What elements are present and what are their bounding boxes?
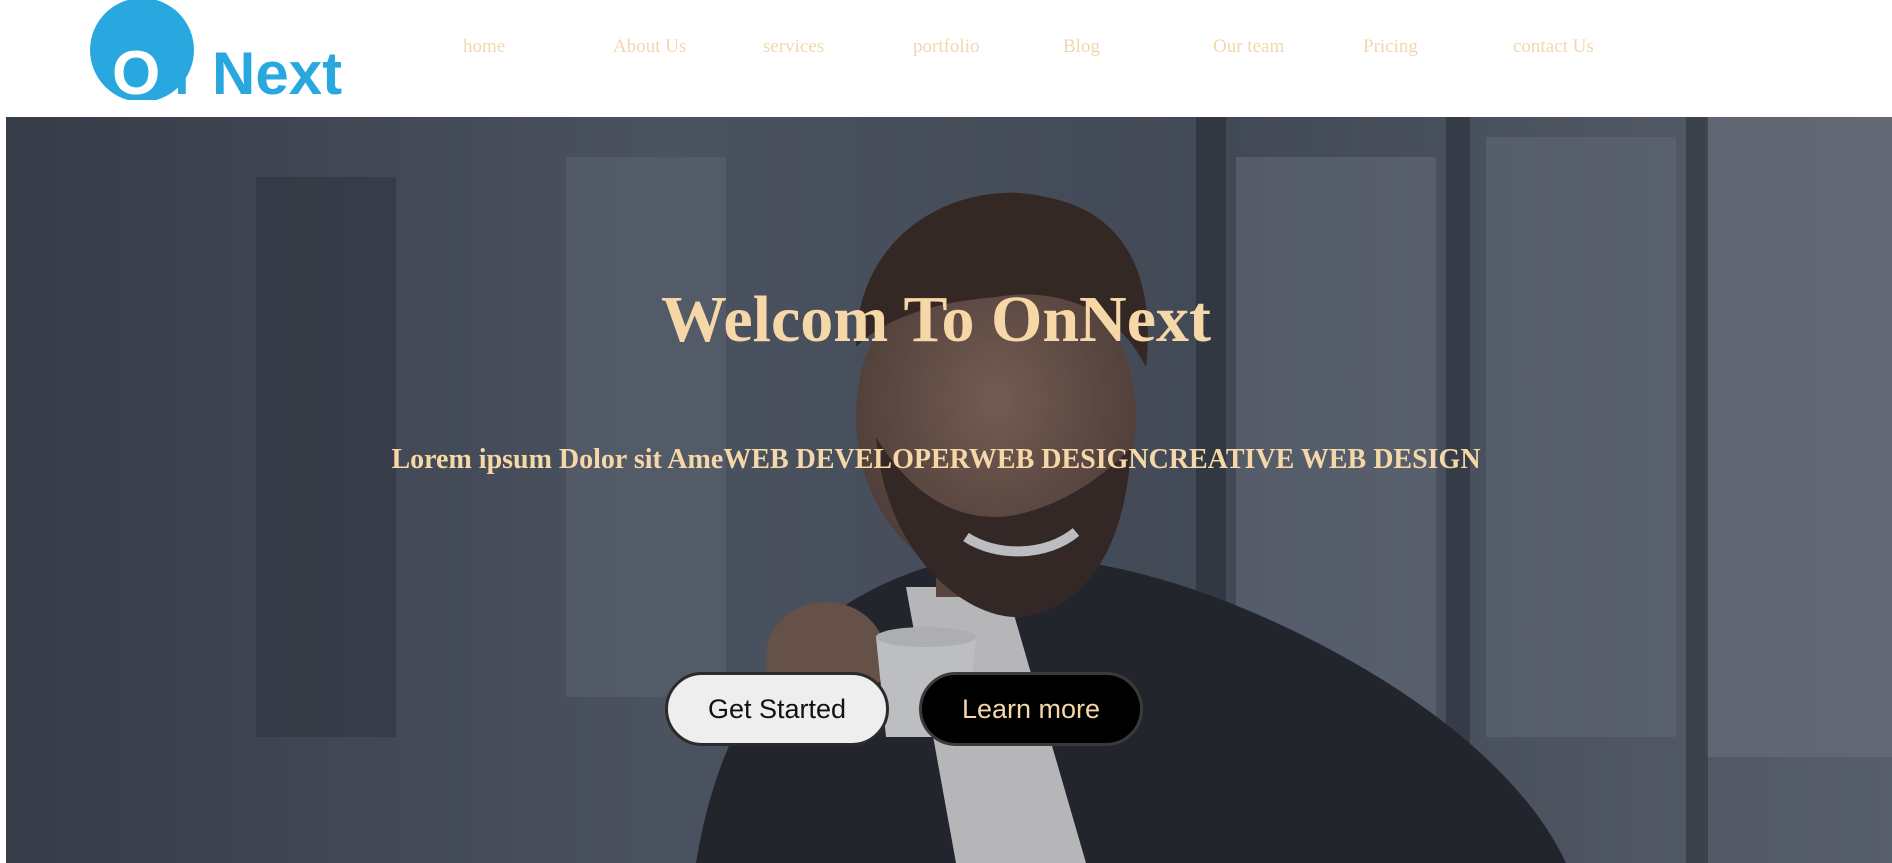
nav-pricing[interactable]: Pricing [1363, 36, 1418, 58]
hero-background-photo [6, 117, 1892, 863]
hero-title: Welcom To OnNext [660, 283, 1211, 356]
nav-contact-us[interactable]: contact Us [1513, 36, 1594, 58]
main-nav: home About Us services portfolio Blog Ou… [0, 36, 1892, 62]
learn-more-button[interactable]: Learn more [919, 672, 1143, 746]
nav-portfolio[interactable]: portfolio [913, 36, 980, 58]
hero-subtitle: Lorem ipsum Dolor sit AmeWEB DEVELOPERWE… [391, 444, 1481, 475]
nav-about-us[interactable]: About Us [613, 36, 686, 58]
hero-section: Welcom To OnNext Lorem ipsum Dolor sit A… [6, 117, 1892, 863]
get-started-button[interactable]: Get Started [665, 672, 889, 746]
nav-blog[interactable]: Blog [1063, 36, 1100, 58]
site-header: O n Next home About Us services portfoli… [0, 0, 1892, 117]
nav-our-team[interactable]: Our team [1213, 36, 1284, 58]
nav-home[interactable]: home [463, 36, 505, 58]
nav-services[interactable]: services [763, 36, 824, 58]
